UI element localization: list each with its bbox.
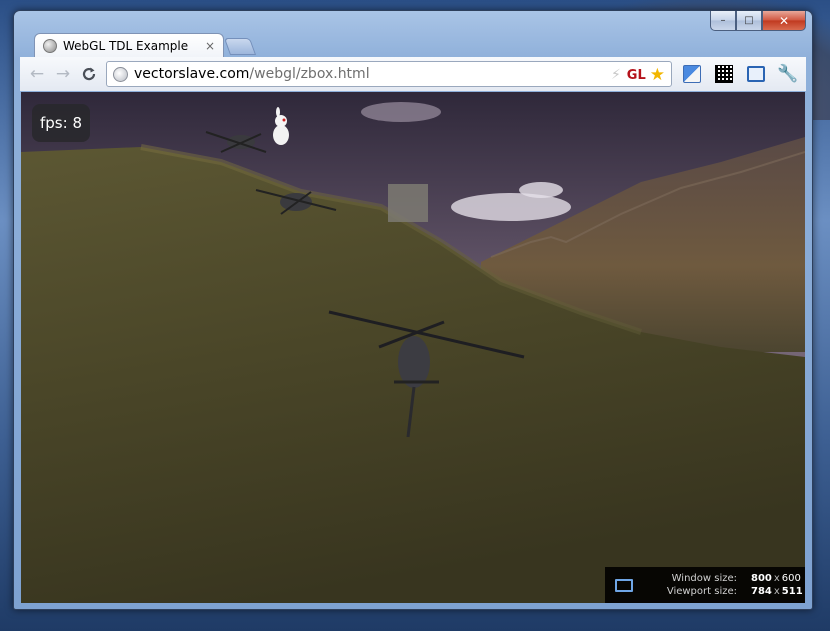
back-arrow-icon: ← (29, 64, 45, 84)
times-separator: x (773, 586, 780, 597)
reload-icon (82, 67, 96, 81)
window-size-overlay: Window size: 800 x 600 Viewport size: 784 x… (605, 567, 805, 603)
forward-button[interactable]: → (50, 61, 76, 87)
tab-close-icon[interactable]: × (205, 39, 215, 53)
wrench-icon: 🔧 (777, 64, 799, 84)
address-bar-icons: ⚡ GL ★ (611, 65, 665, 85)
browser-toolbar: ← → vectorslave.com/webgl/zbox.html ⚡ GL… (20, 57, 806, 91)
browser-window: – □ ✕ WebGL TDL Example × ← → vectorslav… (13, 10, 813, 610)
grey-box-object (388, 184, 428, 222)
fps-counter: fps: 8 (32, 104, 90, 142)
webgl-scene (21, 92, 805, 603)
screen-size-icon (615, 578, 633, 592)
maximize-button[interactable]: □ (736, 11, 762, 31)
back-button[interactable]: ← (24, 61, 50, 87)
window-size-label: Window size: (671, 573, 737, 584)
screen-resize-icon (747, 66, 765, 82)
viewport-size-label: Viewport size: (666, 586, 737, 597)
minimize-icon: – (720, 15, 726, 26)
url-path: /webgl/zbox.html (249, 66, 370, 82)
translate-extension-button[interactable] (680, 62, 704, 86)
forward-arrow-icon: → (55, 64, 71, 84)
translate-icon (683, 65, 701, 83)
window-resizer-extension-button[interactable] (744, 62, 768, 86)
viewport-size-width: 784 (751, 586, 772, 597)
viewport-size-row: Viewport size: 784 x 511 (649, 585, 803, 598)
tab-title: WebGL TDL Example (63, 38, 189, 53)
close-icon: ✕ (778, 13, 790, 28)
window-size-row: Window size: 800 x 600 (649, 572, 803, 585)
window-size-height: 600 (781, 573, 801, 584)
viewport-size-value: 784 x 511 (751, 585, 803, 598)
minimize-button[interactable]: – (710, 11, 736, 31)
globe-favicon-icon (43, 38, 57, 53)
cloud (519, 182, 563, 198)
times-separator: x (773, 573, 780, 584)
size-rows: Window size: 800 x 600 Viewport size: 784 x… (649, 572, 803, 598)
cloud (361, 102, 441, 122)
qr-code-extension-button[interactable] (712, 62, 736, 86)
bookmark-star-icon[interactable]: ★ (650, 65, 665, 85)
maximize-icon: □ (744, 15, 754, 26)
address-bar[interactable]: vectorslave.com/webgl/zbox.html ⚡ GL ★ (106, 61, 672, 87)
gl-badge-icon[interactable]: GL (627, 68, 646, 83)
caption-buttons: – □ ✕ (710, 11, 806, 31)
tab-webgl-tdl-example[interactable]: WebGL TDL Example × (34, 33, 224, 57)
close-window-button[interactable]: ✕ (762, 11, 806, 31)
settings-wrench-button[interactable]: 🔧 (776, 62, 800, 86)
window-size-width: 800 (751, 573, 772, 584)
globe-icon (113, 66, 128, 82)
url-host: vectorslave.com (134, 66, 250, 82)
new-tab-button[interactable] (223, 38, 257, 55)
window-size-value: 800 x 600 (751, 572, 801, 585)
cloud (451, 193, 571, 221)
bolt-icon[interactable]: ⚡ (611, 67, 621, 83)
qr-code-icon (715, 65, 733, 83)
reload-button[interactable] (76, 61, 102, 87)
viewport-size-height: 511 (781, 586, 803, 597)
tab-strip: WebGL TDL Example × (22, 33, 802, 57)
webgl-canvas[interactable]: fps: 8 Window size: 800 x 600 Viewport siz… (21, 92, 805, 603)
